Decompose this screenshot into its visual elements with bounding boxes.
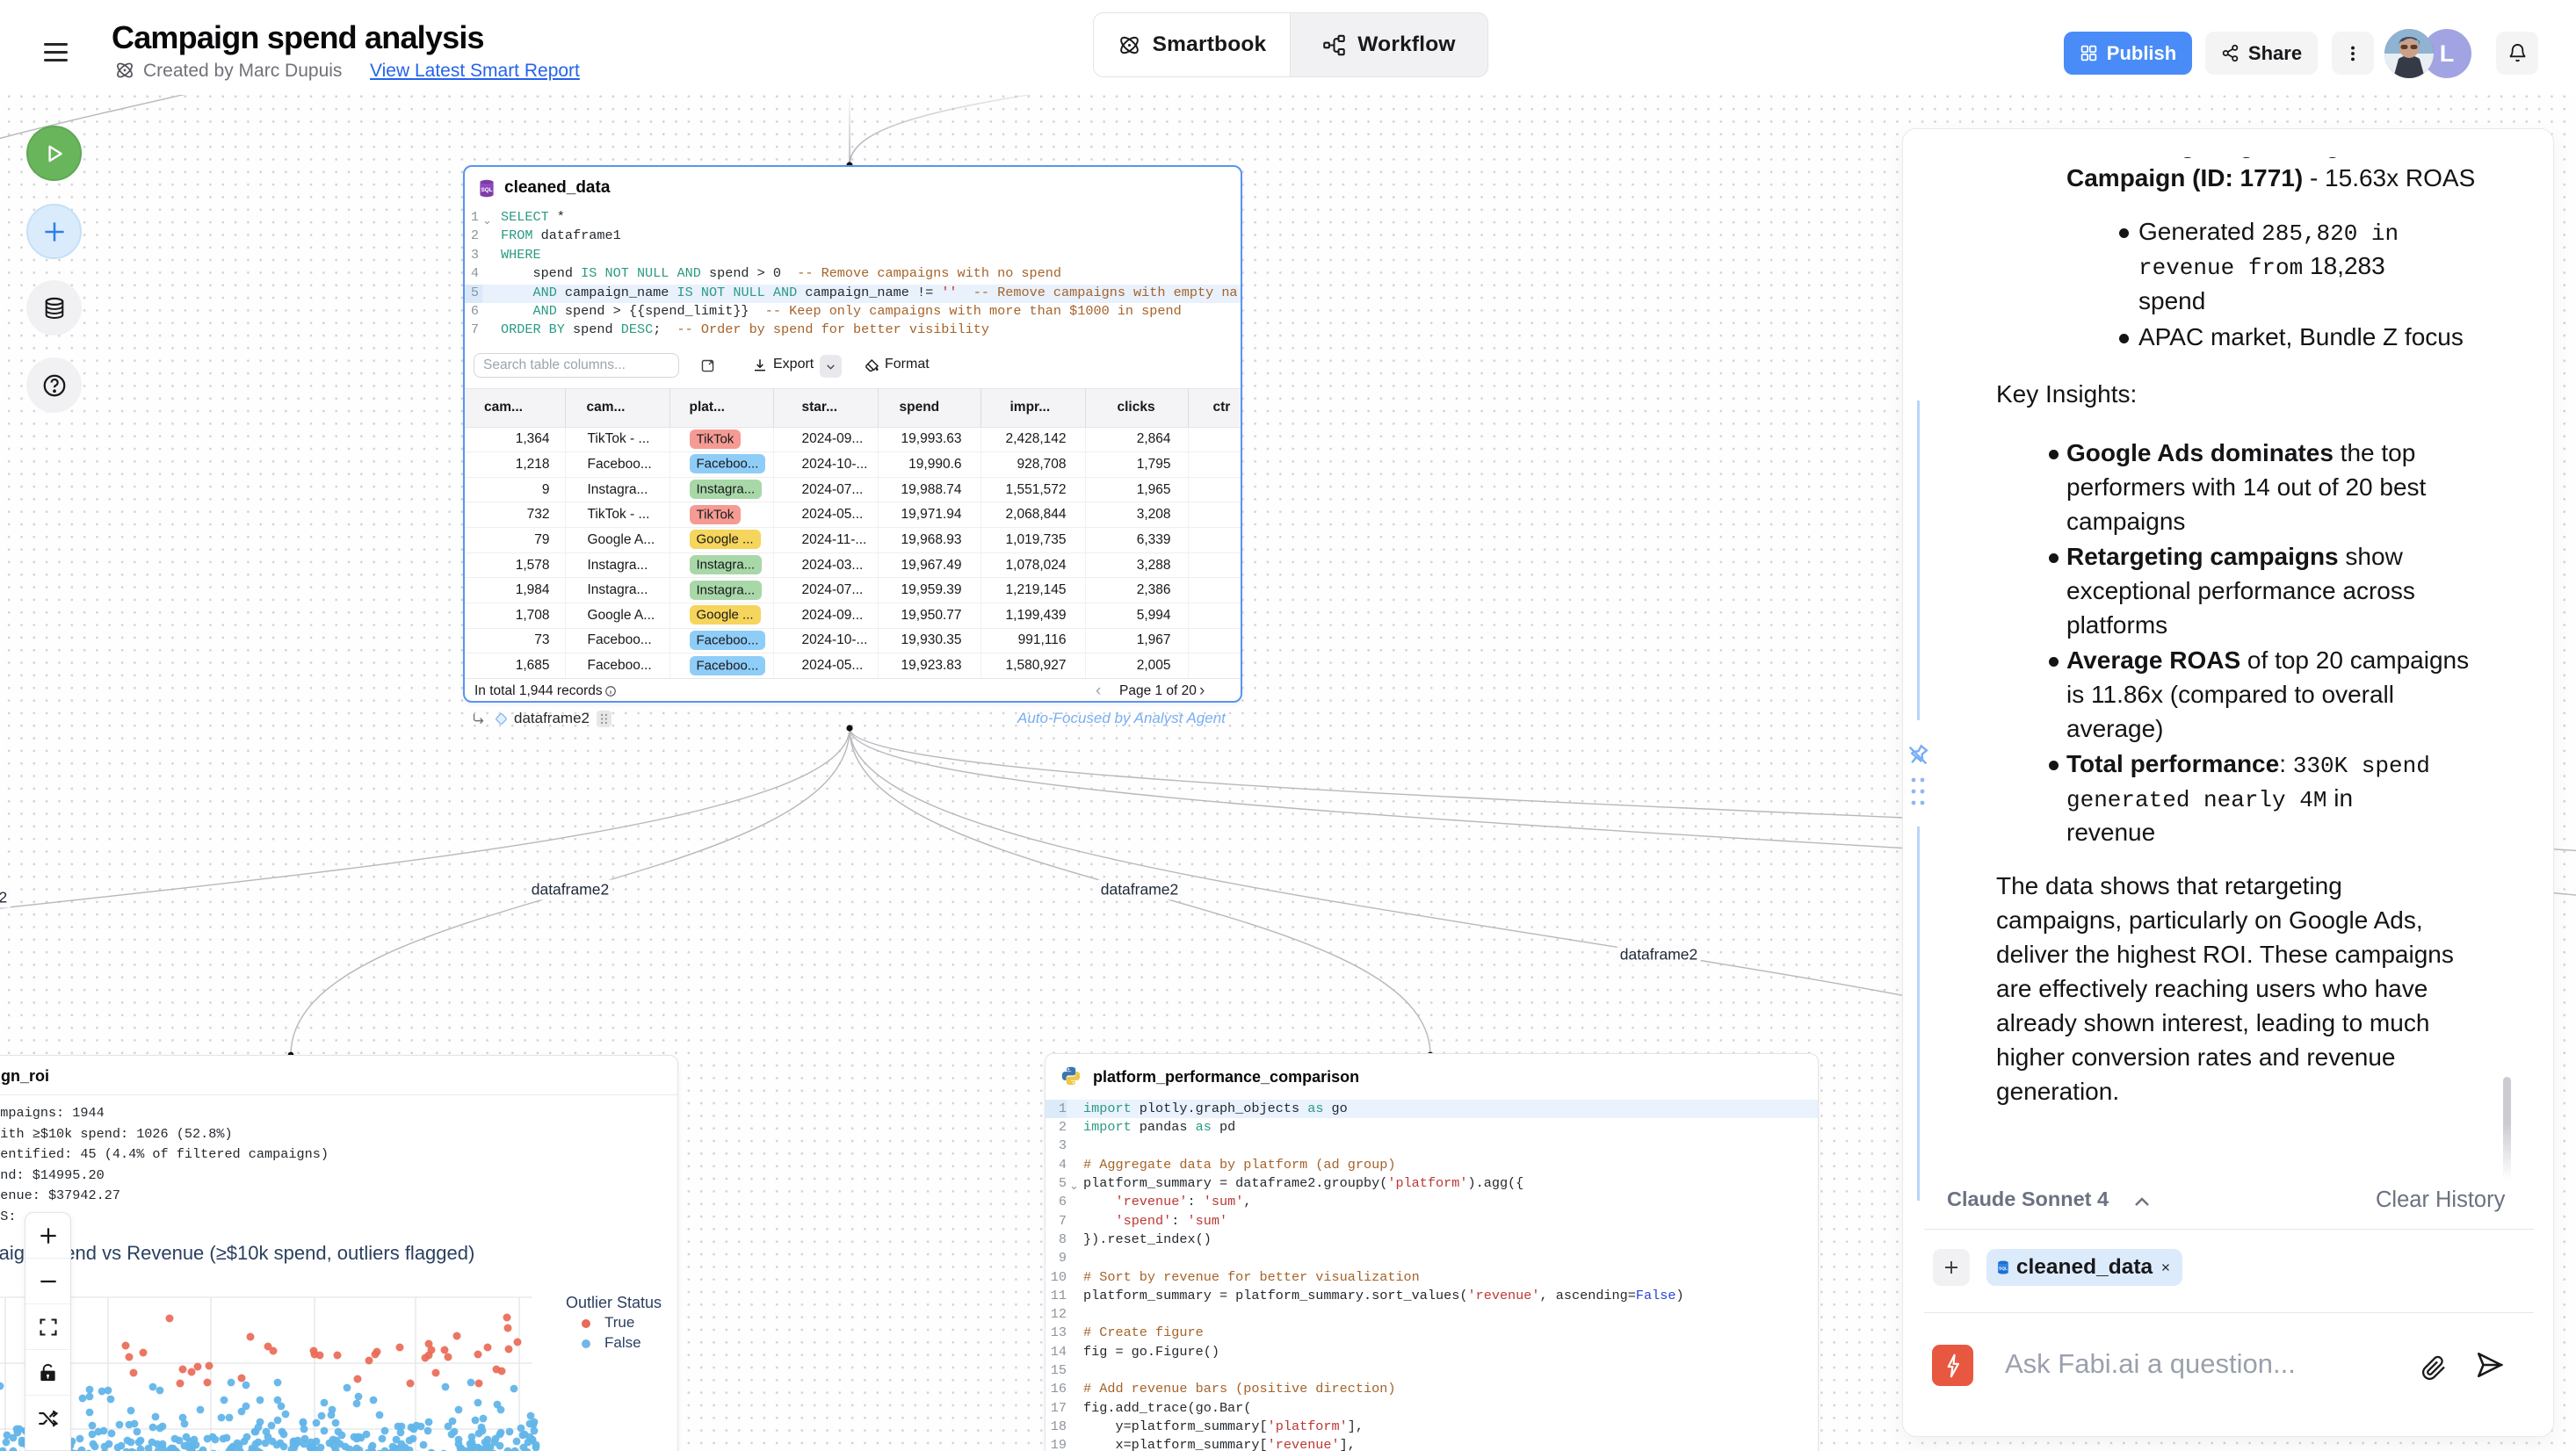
svg-text:SQL: SQL [481, 187, 493, 193]
svg-text:SQL: SQL [1999, 1267, 2008, 1272]
